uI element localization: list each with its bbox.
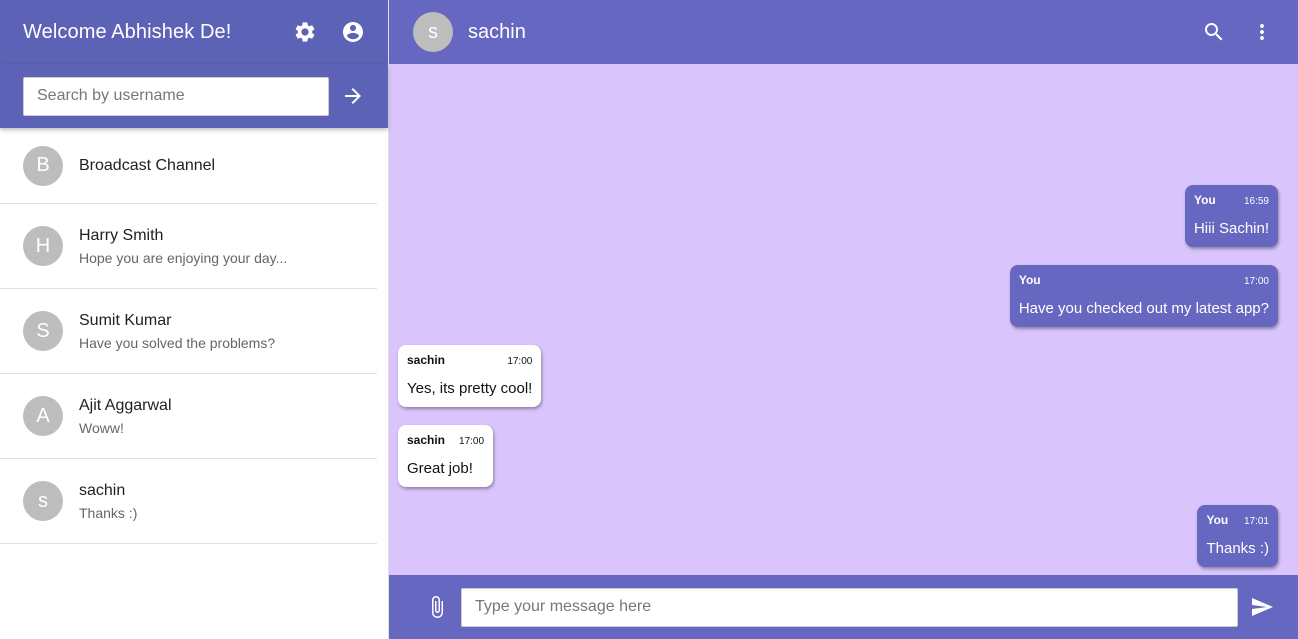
send-icon[interactable] xyxy=(1250,595,1274,619)
search-icon[interactable] xyxy=(1202,20,1226,44)
search-bar xyxy=(0,64,388,128)
message-text: Hiii Sachin! xyxy=(1193,220,1269,237)
chat-meta: Broadcast Channel xyxy=(79,155,215,177)
arrow-forward-icon[interactable] xyxy=(341,84,365,108)
chat-item-sumit-kumar[interactable]: S Sumit Kumar Have you solved the proble… xyxy=(0,289,377,374)
chat-meta: sachin Thanks :) xyxy=(79,480,137,523)
message-bubble: You 16:59 Hiii Sachin! xyxy=(1184,185,1278,247)
message-header: You 16:59 xyxy=(1194,193,1269,207)
chat-item-harry-smith[interactable]: H Harry Smith Hope you are enjoying your… xyxy=(0,204,377,289)
chat-preview: Hope you are enjoying your day... xyxy=(79,249,288,266)
chat-meta: Ajit Aggarwal Woww! xyxy=(79,395,172,438)
chat-item-ajit-aggarwal[interactable]: A Ajit Aggarwal Woww! xyxy=(0,374,377,459)
chat-list: B Broadcast Channel H Harry Smith Hope y… xyxy=(0,128,377,544)
avatar: H xyxy=(23,226,63,266)
message-sender: sachin xyxy=(407,353,446,367)
message-time: 17:00 xyxy=(459,436,485,447)
chat-name: Ajit Aggarwal xyxy=(79,396,172,414)
conversation-header: s sachin xyxy=(389,0,1298,64)
avatar: B xyxy=(23,145,63,186)
message-input[interactable] xyxy=(461,587,1238,627)
more-vert-icon[interactable] xyxy=(1250,20,1274,44)
attach-file-icon[interactable] xyxy=(425,595,449,619)
message-composer xyxy=(389,575,1298,639)
sidebar-header: Welcome Abhishek De! xyxy=(0,0,388,64)
message-header: You 17:01 xyxy=(1206,513,1269,527)
search-input[interactable] xyxy=(23,76,329,116)
message-bubble: You 17:00 Have you checked out my latest… xyxy=(1009,265,1278,327)
chat-preview: Woww! xyxy=(79,419,124,436)
message-text: Thanks :) xyxy=(1206,540,1269,557)
conversation-panel: s sachin You 16:59 Hiii Sachin! You 17:0… xyxy=(389,0,1298,639)
message-bubble: sachin 17:00 Yes, its pretty cool! xyxy=(398,345,542,407)
account-circle-icon[interactable] xyxy=(341,20,365,44)
chat-name: sachin xyxy=(79,481,126,499)
welcome-title: Welcome Abhishek De! xyxy=(23,20,232,43)
message-time: 17:00 xyxy=(1243,276,1269,287)
message-sender: You xyxy=(1206,513,1229,527)
message-sender: sachin xyxy=(407,433,446,447)
message-time: 16:59 xyxy=(1243,196,1269,207)
chat-name: Sumit Kumar xyxy=(79,311,172,329)
chat-preview: Have you solved the problems? xyxy=(79,334,276,351)
avatar: s xyxy=(413,12,453,52)
conversation-title: sachin xyxy=(468,20,526,43)
chat-meta: Harry Smith Hope you are enjoying your d… xyxy=(79,225,287,268)
message-text: Great job! xyxy=(407,460,473,477)
message-header: sachin 17:00 xyxy=(407,433,484,447)
chat-item-sachin[interactable]: s sachin Thanks :) xyxy=(0,459,377,544)
avatar: s xyxy=(23,481,63,521)
avatar: A xyxy=(23,396,63,436)
message-bubble: You 17:01 Thanks :) xyxy=(1197,505,1278,567)
sidebar: Welcome Abhishek De! B Broadcast Channel… xyxy=(0,0,389,639)
message-sender: You xyxy=(1018,273,1041,287)
message-header: sachin 17:00 xyxy=(407,353,532,367)
avatar: S xyxy=(23,311,63,351)
message-list: You 16:59 Hiii Sachin! You 17:00 Have yo… xyxy=(389,64,1298,575)
chat-preview: Thanks :) xyxy=(79,504,138,521)
chat-meta: Sumit Kumar Have you solved the problems… xyxy=(79,310,275,353)
message-sender: You xyxy=(1193,193,1216,207)
message-time: 17:00 xyxy=(507,356,533,367)
chat-name: Broadcast Channel xyxy=(79,156,216,174)
message-bubble: sachin 17:00 Great job! xyxy=(398,425,494,487)
message-header: You 17:00 xyxy=(1019,273,1269,287)
message-text: Have you checked out my latest app? xyxy=(1018,300,1269,317)
gear-icon[interactable] xyxy=(293,20,317,44)
chat-item-broadcast-channel[interactable]: B Broadcast Channel xyxy=(0,128,377,204)
chat-name: Harry Smith xyxy=(79,226,164,244)
message-time: 17:01 xyxy=(1243,516,1269,527)
message-text: Yes, its pretty cool! xyxy=(407,380,533,397)
